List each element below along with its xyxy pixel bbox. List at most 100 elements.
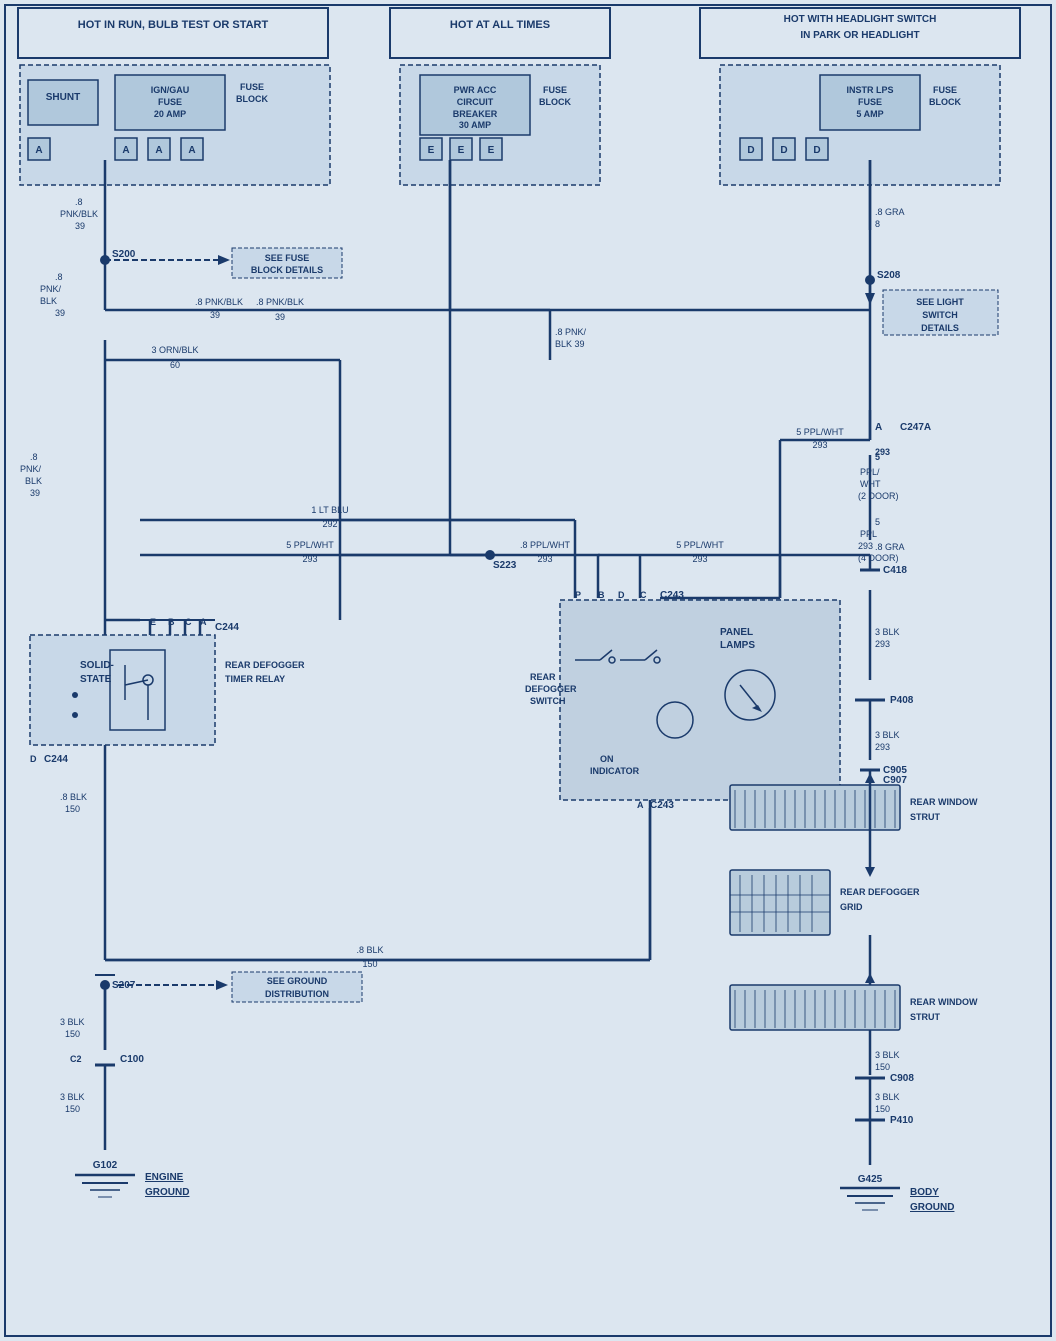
svg-text:C2: C2	[70, 1054, 82, 1064]
svg-text:CIRCUIT: CIRCUIT	[457, 97, 494, 107]
svg-text:39: 39	[75, 221, 85, 231]
svg-text:3 BLK: 3 BLK	[875, 1050, 900, 1060]
svg-text:HOT IN RUN, BULB TEST OR START: HOT IN RUN, BULB TEST OR START	[78, 19, 269, 31]
svg-text:PNK/: PNK/	[20, 464, 42, 474]
svg-text:PWR ACC: PWR ACC	[454, 85, 497, 95]
svg-text:.8 BLK: .8 BLK	[356, 945, 383, 955]
svg-text:5 PPL/WHT: 5 PPL/WHT	[796, 427, 844, 437]
svg-text:292: 292	[322, 519, 337, 529]
svg-text:P408: P408	[890, 695, 914, 706]
svg-text:SEE FUSE: SEE FUSE	[265, 253, 310, 263]
svg-text:FUSE: FUSE	[240, 82, 264, 92]
svg-text:INSTR LPS: INSTR LPS	[846, 85, 893, 95]
svg-text:REAR: REAR	[530, 672, 556, 682]
svg-text:293: 293	[812, 440, 827, 450]
svg-text:.8: .8	[75, 197, 83, 207]
svg-text:GROUND: GROUND	[910, 1202, 954, 1213]
svg-text:LAMPS: LAMPS	[720, 640, 755, 651]
svg-text:REAR DEFOGGER: REAR DEFOGGER	[225, 660, 305, 670]
svg-text:TIMER RELAY: TIMER RELAY	[225, 674, 285, 684]
svg-text:.8 GRA: .8 GRA	[875, 207, 905, 217]
svg-text:STATE: STATE	[80, 674, 112, 685]
svg-text:3 BLK: 3 BLK	[875, 1092, 900, 1102]
svg-text:3 BLK: 3 BLK	[60, 1092, 85, 1102]
svg-text:FUSE: FUSE	[543, 85, 567, 95]
svg-text:PNK/: PNK/	[40, 284, 62, 294]
svg-text:FUSE: FUSE	[858, 97, 882, 107]
svg-text:FUSE: FUSE	[158, 97, 182, 107]
svg-text:PPL/: PPL/	[860, 467, 880, 477]
svg-text:C247A: C247A	[900, 422, 931, 433]
svg-text:A: A	[35, 145, 42, 156]
svg-text:S223: S223	[493, 560, 517, 571]
svg-text:293: 293	[875, 742, 890, 752]
svg-text:A: A	[875, 422, 882, 433]
svg-text:39: 39	[210, 310, 220, 320]
svg-text:150: 150	[875, 1104, 890, 1114]
svg-text:REAR DEFOGGER: REAR DEFOGGER	[840, 887, 920, 897]
svg-text:BLOCK DETAILS: BLOCK DETAILS	[251, 265, 323, 275]
svg-text:BLOCK: BLOCK	[539, 97, 571, 107]
svg-text:ON: ON	[600, 754, 614, 764]
svg-text:REAR WINDOW: REAR WINDOW	[910, 997, 978, 1007]
svg-text:SHUNT: SHUNT	[46, 92, 80, 103]
svg-text:30 AMP: 30 AMP	[459, 120, 491, 130]
svg-text:3 BLK: 3 BLK	[875, 730, 900, 740]
svg-text:20 AMP: 20 AMP	[154, 109, 186, 119]
svg-text:150: 150	[65, 1104, 80, 1114]
svg-text:SWITCH: SWITCH	[922, 310, 958, 320]
svg-text:.8: .8	[55, 272, 63, 282]
svg-text:.8 PNK/: .8 PNK/	[555, 327, 587, 337]
svg-text:C244: C244	[215, 622, 239, 633]
svg-text:C243: C243	[660, 590, 684, 601]
svg-text:IGN/GAU: IGN/GAU	[151, 85, 190, 95]
svg-text:.8 BLK: .8 BLK	[60, 792, 87, 802]
svg-text:D: D	[30, 754, 37, 764]
svg-text:S200: S200	[112, 249, 136, 260]
svg-text:A: A	[637, 800, 644, 810]
svg-text:293: 293	[692, 554, 707, 564]
svg-text:A: A	[155, 145, 162, 156]
svg-text:BODY: BODY	[910, 1187, 939, 1198]
svg-text:.8 GRA: .8 GRA	[875, 542, 905, 552]
svg-text:STRUT: STRUT	[910, 1012, 940, 1022]
svg-text:SEE GROUND: SEE GROUND	[267, 976, 328, 986]
svg-text:HOT AT ALL TIMES: HOT AT ALL TIMES	[450, 19, 550, 31]
svg-text:5 AMP: 5 AMP	[856, 109, 883, 119]
svg-text:D: D	[747, 145, 754, 156]
svg-text:SEE LIGHT: SEE LIGHT	[916, 297, 964, 307]
svg-text:G425: G425	[858, 1174, 883, 1185]
svg-text:BLK 39: BLK 39	[555, 339, 585, 349]
wiring-diagram: HOT IN RUN, BULB TEST OR START HOT AT AL…	[0, 0, 1056, 1341]
svg-text:5 PPL/WHT: 5 PPL/WHT	[676, 540, 724, 550]
svg-text:PNK/BLK: PNK/BLK	[60, 209, 98, 219]
svg-text:.8 PNK/BLK: .8 PNK/BLK	[195, 297, 243, 307]
svg-text:1 LT BLU: 1 LT BLU	[311, 505, 348, 515]
svg-text:REAR WINDOW: REAR WINDOW	[910, 797, 978, 807]
svg-text:ENGINE: ENGINE	[145, 1172, 184, 1183]
svg-text:BREAKER: BREAKER	[453, 109, 498, 119]
svg-text:DISTRIBUTION: DISTRIBUTION	[265, 989, 329, 999]
svg-text:BLOCK: BLOCK	[929, 97, 961, 107]
svg-text:GRID: GRID	[840, 902, 863, 912]
svg-text:D: D	[780, 145, 787, 156]
svg-text:D: D	[618, 590, 625, 600]
svg-text:150: 150	[875, 1062, 890, 1072]
svg-text:IN PARK OR HEADLIGHT: IN PARK OR HEADLIGHT	[800, 30, 919, 41]
svg-text:293: 293	[858, 541, 873, 551]
svg-text:39: 39	[275, 312, 285, 322]
svg-text:C243: C243	[650, 800, 674, 811]
svg-text:293: 293	[875, 447, 890, 457]
svg-text:5 PPL/WHT: 5 PPL/WHT	[286, 540, 334, 550]
svg-text:BLK: BLK	[25, 476, 42, 486]
svg-text:HOT WITH HEADLIGHT SWITCH: HOT WITH HEADLIGHT SWITCH	[784, 14, 937, 25]
svg-text:PPL: PPL	[860, 529, 877, 539]
svg-text:293: 293	[302, 554, 317, 564]
svg-text:39: 39	[30, 488, 40, 498]
svg-text:INDICATOR: INDICATOR	[590, 766, 640, 776]
svg-text:E: E	[428, 145, 435, 156]
svg-text:SOLID-: SOLID-	[80, 660, 114, 671]
svg-text:WHT: WHT	[860, 479, 881, 489]
svg-text:STRUT: STRUT	[910, 812, 940, 822]
svg-text:C907: C907	[883, 775, 907, 786]
